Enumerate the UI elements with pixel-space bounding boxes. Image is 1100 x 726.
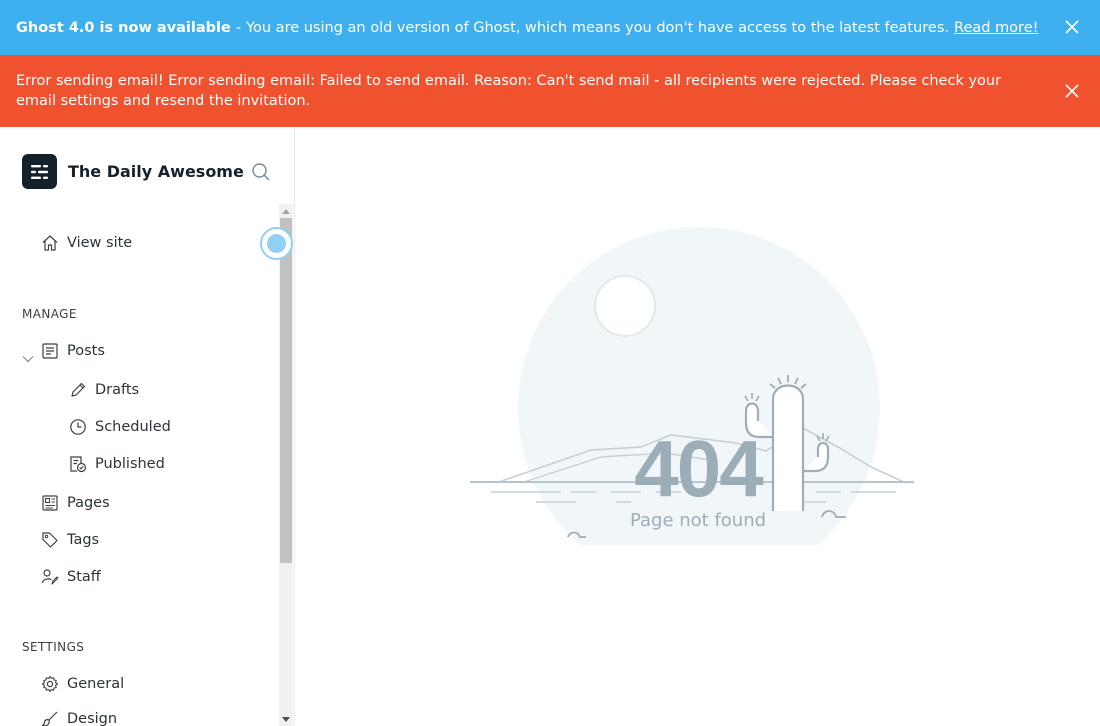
sidebar-scrollbar[interactable] <box>279 204 293 726</box>
sidebar-item-label: General <box>67 676 125 692</box>
sidebar-item-label: Scheduled <box>95 419 171 435</box>
sidebar: The Daily Awesome View site MANAGE Posts <box>0 127 295 726</box>
section-label-settings: SETTINGS <box>22 640 85 654</box>
sidebar-item-label: View site <box>67 235 133 251</box>
close-icon <box>1065 84 1079 98</box>
error-banner: Error sending email! Error sending email… <box>0 55 1100 127</box>
brush-icon <box>40 709 60 726</box>
update-banner: Ghost 4.0 is now available - You are usi… <box>0 0 1100 55</box>
sidebar-item-label: Design <box>67 711 118 726</box>
read-more-link[interactable]: Read more! <box>954 20 1038 36</box>
posts-icon <box>40 341 60 361</box>
sidebar-item-published[interactable]: Published <box>68 454 165 474</box>
brand[interactable]: The Daily Awesome <box>22 154 244 189</box>
sidebar-item-design[interactable]: Design <box>40 709 117 726</box>
staff-icon <box>40 567 60 587</box>
pencil-icon <box>68 380 88 400</box>
sidebar-item-view-site[interactable]: View site <box>40 233 132 253</box>
error-banner-close-button[interactable] <box>1062 81 1082 101</box>
update-banner-message: You are using an old version of Ghost, w… <box>246 19 950 36</box>
clock-icon <box>68 417 88 437</box>
sidebar-item-label: Published <box>95 456 165 472</box>
sidebar-item-label: Drafts <box>95 382 140 398</box>
main-content: 404 Page not found <box>296 127 1100 726</box>
search-button[interactable] <box>251 162 271 186</box>
tour-hint-pulse[interactable] <box>260 227 293 260</box>
error-code: 404 <box>634 424 763 513</box>
ghost-logo-icon <box>22 154 57 189</box>
gear-icon <box>40 674 60 694</box>
scroll-up-arrow[interactable] <box>279 204 293 218</box>
sidebar-item-pages[interactable]: Pages <box>40 493 110 513</box>
section-label-manage: MANAGE <box>22 307 77 321</box>
pages-icon <box>40 493 60 513</box>
scroll-down-arrow[interactable] <box>279 712 293 726</box>
home-icon <box>40 233 60 253</box>
update-banner-title: Ghost 4.0 is now available <box>16 19 231 36</box>
sidebar-item-staff[interactable]: Staff <box>40 567 101 587</box>
search-icon <box>252 163 270 181</box>
error-banner-message: Error sending email! Error sending email… <box>16 73 1002 109</box>
scrollbar-thumb[interactable] <box>280 218 292 563</box>
sidebar-item-label: Pages <box>67 495 110 511</box>
sidebar-item-general[interactable]: General <box>40 674 124 694</box>
update-banner-close-button[interactable] <box>1062 17 1082 37</box>
tag-icon <box>40 530 60 550</box>
sidebar-item-tags[interactable]: Tags <box>40 530 99 550</box>
update-banner-separator: - <box>235 19 242 36</box>
chevron-down-icon <box>22 356 34 363</box>
site-title: The Daily Awesome <box>68 162 244 181</box>
sidebar-item-label: Posts <box>67 343 105 359</box>
posts-collapse-toggle[interactable] <box>22 348 34 367</box>
published-icon <box>68 454 88 474</box>
sidebar-item-drafts[interactable]: Drafts <box>68 380 139 400</box>
sidebar-item-label: Staff <box>67 569 101 585</box>
close-icon <box>1065 20 1079 34</box>
error-message: Page not found <box>629 510 767 531</box>
sidebar-item-label: Tags <box>67 532 100 548</box>
sidebar-item-posts[interactable]: Posts <box>40 341 105 361</box>
sidebar-item-scheduled[interactable]: Scheduled <box>68 417 171 437</box>
